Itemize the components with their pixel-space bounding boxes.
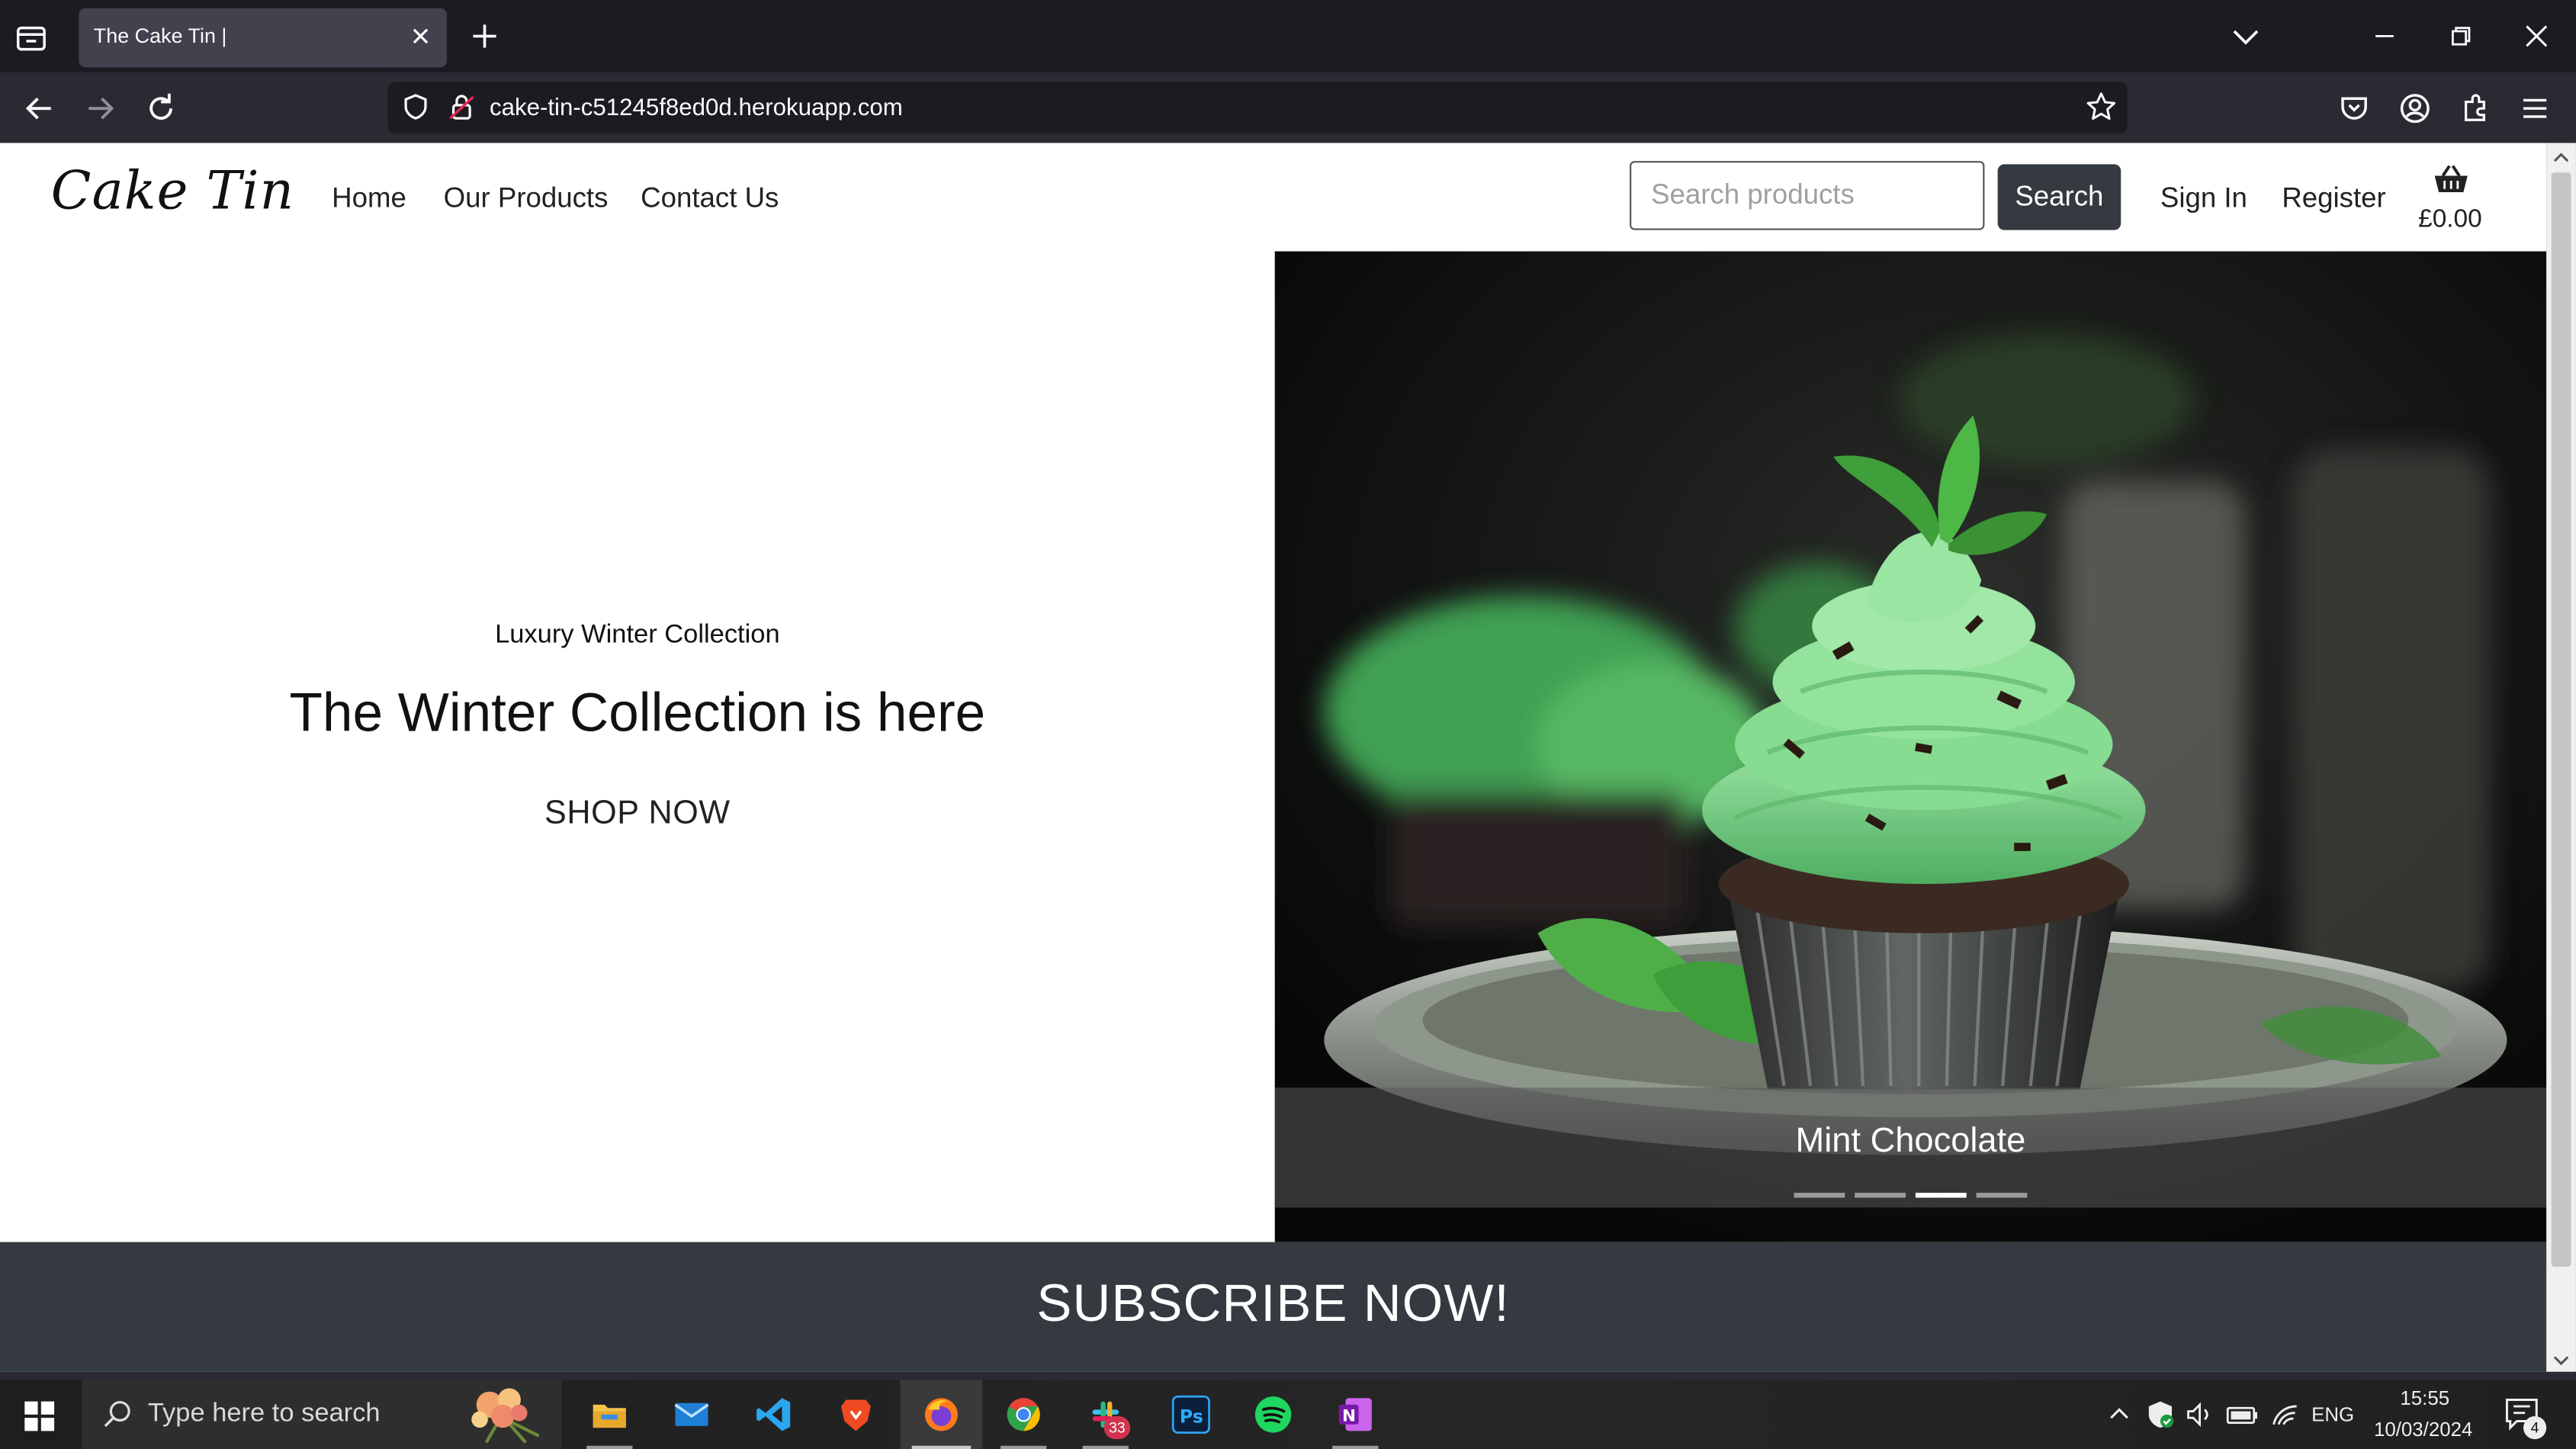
reload-icon[interactable] <box>141 88 181 128</box>
browser-tab-strip: The Cake Tin | <box>0 0 2576 72</box>
basket-button[interactable] <box>2418 162 2484 204</box>
nav-link-home[interactable]: Home <box>332 182 406 215</box>
running-indicator <box>1332 1445 1379 1449</box>
hero-title: The Winter Collection is here <box>289 682 986 743</box>
windows-start-icon[interactable] <box>23 1399 56 1432</box>
language-indicator[interactable]: ENG <box>2311 1403 2354 1426</box>
hero-carousel[interactable]: Mint Chocolate <box>1274 251 2547 1242</box>
mail-icon <box>674 1402 709 1426</box>
account-icon[interactable] <box>2395 88 2435 128</box>
minimize-icon[interactable] <box>2366 17 2405 56</box>
notification-count: 4 <box>2523 1416 2547 1440</box>
running-indicator <box>1000 1445 1047 1449</box>
security-shield-icon[interactable] <box>2146 1399 2176 1429</box>
taskbar-mail[interactable] <box>650 1380 733 1449</box>
carousel-indicator-4[interactable] <box>1976 1193 2028 1198</box>
taskbar-search-box[interactable]: Type here to search <box>82 1380 562 1449</box>
search-input[interactable] <box>1630 161 1985 230</box>
hero-promo: Luxury Winter Collection The Winter Coll… <box>0 252 1275 1242</box>
new-tab-icon[interactable] <box>468 20 501 53</box>
hero-eyebrow: Luxury Winter Collection <box>495 621 780 649</box>
running-indicator <box>1082 1445 1129 1449</box>
scroll-thumb[interactable] <box>2551 172 2571 1267</box>
address-bar[interactable]: cake-tin-c51245f8ed0d.herokuapp.com <box>387 82 2128 133</box>
battery-icon[interactable] <box>2226 1399 2259 1429</box>
taskbar-search-placeholder: Type here to search <box>147 1399 381 1428</box>
carousel-indicator-1[interactable] <box>1794 1193 1845 1198</box>
basket-icon <box>2434 165 2468 193</box>
chevron-down-icon[interactable] <box>2226 17 2266 56</box>
close-window-icon[interactable] <box>2517 17 2556 56</box>
forward-arrow-icon[interactable] <box>81 88 120 128</box>
scroll-down-icon[interactable] <box>2552 1351 2571 1370</box>
carousel-caption-bar: Mint Chocolate <box>1274 1088 2547 1208</box>
running-indicator <box>586 1445 633 1449</box>
wifi-icon[interactable] <box>2270 1399 2300 1429</box>
nav-link-our-products[interactable]: Our Products <box>444 182 609 215</box>
clock-date[interactable]: 10/03/2024 <box>2374 1418 2472 1441</box>
pocket-icon[interactable] <box>2334 88 2374 128</box>
scroll-up-icon[interactable] <box>2552 148 2571 168</box>
url-text: cake-tin-c51245f8ed0d.herokuapp.com <box>489 95 903 122</box>
basket-total: £0.00 <box>2418 205 2482 233</box>
browser-tab-active[interactable]: The Cake Tin | <box>79 8 447 68</box>
nav-link-contact-us[interactable]: Contact Us <box>641 182 779 215</box>
taskbar-brave[interactable] <box>815 1380 898 1449</box>
browser-toolbar: cake-tin-c51245f8ed0d.herokuapp.com <box>0 72 2576 143</box>
taskbar-spotify[interactable] <box>1232 1380 1315 1449</box>
vscode-icon <box>756 1398 791 1431</box>
spotify-icon <box>1254 1396 1292 1433</box>
lock-icon[interactable] <box>447 92 477 122</box>
shop-now-link[interactable]: SHOP NOW <box>0 795 1275 834</box>
slack-badge: 33 <box>1103 1416 1131 1440</box>
clock-time[interactable]: 15:55 <box>2400 1386 2449 1409</box>
back-arrow-icon[interactable] <box>20 88 59 128</box>
onenote-icon: N <box>1338 1398 1372 1431</box>
carousel-caption: Mint Chocolate <box>1795 1122 2026 1160</box>
carousel-indicators <box>1794 1193 2028 1198</box>
web-page: Cake Tin Home Our Products Contact Us Se… <box>0 143 2547 1372</box>
close-tab-icon[interactable] <box>407 23 433 49</box>
taskbar-onenote[interactable]: N <box>1314 1380 1396 1449</box>
svg-text:Ps: Ps <box>1180 1406 1203 1428</box>
taskbar-file-explorer[interactable] <box>568 1380 650 1449</box>
shield-icon[interactable] <box>401 92 431 122</box>
search-button[interactable]: Search <box>1997 164 2122 230</box>
taskbar-chrome[interactable] <box>982 1380 1065 1449</box>
taskbar-vscode[interactable] <box>733 1380 815 1449</box>
subscribe-banner[interactable]: SUBSCRIBE NOW! <box>0 1242 2547 1372</box>
restore-icon[interactable] <box>2441 17 2481 56</box>
chrome-icon <box>1007 1398 1040 1431</box>
hamburger-menu-icon[interactable] <box>2515 88 2555 128</box>
firefox-icon <box>924 1398 958 1431</box>
photoshop-icon: Ps <box>1171 1395 1210 1434</box>
speaker-icon[interactable] <box>2185 1399 2215 1429</box>
active-indicator <box>911 1445 972 1449</box>
flower-bouquet-icon <box>471 1388 540 1444</box>
taskbar-firefox[interactable] <box>900 1380 983 1449</box>
chevron-up-icon[interactable] <box>2106 1399 2132 1429</box>
taskbar-slack[interactable]: 33 <box>1065 1380 1147 1449</box>
svg-text:N: N <box>1342 1406 1356 1425</box>
page-scrollbar[interactable] <box>2546 143 2576 1372</box>
tab-list-icon[interactable] <box>13 20 49 56</box>
taskbar-photoshop[interactable]: Ps <box>1150 1380 1232 1449</box>
tab-title: The Cake Tin | <box>93 24 227 48</box>
window-bottom-edge <box>0 1371 2576 1380</box>
carousel-indicator-2[interactable] <box>1855 1193 1906 1198</box>
carousel-indicator-3[interactable] <box>1915 1193 1967 1198</box>
register-link[interactable]: Register <box>2282 182 2385 215</box>
brave-lion-icon <box>841 1399 871 1431</box>
star-bookmark-icon[interactable] <box>2085 90 2118 123</box>
extensions-icon[interactable] <box>2456 88 2496 128</box>
sign-in-link[interactable]: Sign In <box>2160 182 2247 215</box>
subscribe-label[interactable]: SUBSCRIBE NOW! <box>0 1274 2546 1335</box>
site-logo[interactable]: Cake Tin <box>51 159 294 222</box>
search-icon <box>104 1401 130 1428</box>
windows-taskbar: Type here to search 33 Ps N ENG 15:55 10… <box>0 1380 2576 1449</box>
folder-icon <box>593 1404 626 1428</box>
